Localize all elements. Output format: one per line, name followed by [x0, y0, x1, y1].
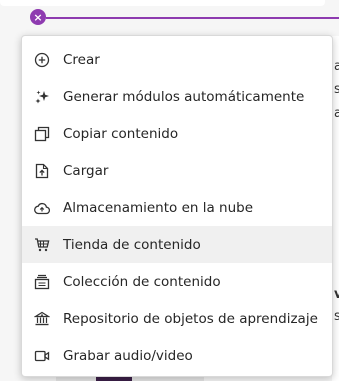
menu-item-label: Cargar	[63, 162, 109, 179]
menu-item-label: Crear	[63, 51, 100, 68]
menu-item-grabar-audio-video[interactable]: Grabar audio/video	[22, 337, 332, 374]
insert-divider-line	[46, 17, 339, 19]
menu-item-label: Generar módulos automáticamente	[63, 88, 305, 105]
menu-item-label: Almacenamiento en la nube	[63, 199, 254, 216]
add-content-menu: Crear Generar módulos automáticamente Co…	[21, 35, 333, 377]
menu-item-coleccion-contenido[interactable]: Colección de contenido	[22, 263, 332, 300]
background-text-fragment: s	[334, 82, 339, 97]
menu-item-cargar[interactable]: Cargar	[22, 152, 332, 189]
menu-item-crear[interactable]: Crear	[22, 41, 332, 78]
sparkle-icon	[34, 89, 50, 105]
background-text-fragment: v	[334, 287, 339, 302]
institution-icon	[34, 311, 50, 327]
menu-item-almacenamiento-nube[interactable]: Almacenamiento en la nube	[22, 189, 332, 226]
cloud-upload-icon	[34, 200, 50, 216]
background-text-fragment: s	[334, 309, 339, 324]
background-text-fragment: a	[334, 106, 339, 121]
menu-item-generar-modulos[interactable]: Generar módulos automáticamente	[22, 78, 332, 115]
menu-item-repositorio-objetos[interactable]: Repositorio de objetos de aprendizaje	[22, 300, 332, 337]
menu-item-label: Colección de contenido	[63, 273, 221, 290]
background-thumbnail-image	[96, 377, 132, 381]
background-text-fragment: a	[334, 59, 339, 74]
insert-content-button[interactable]: ×	[30, 9, 46, 25]
cart-icon	[34, 237, 50, 253]
menu-item-tienda-contenido[interactable]: Tienda de contenido	[22, 226, 332, 263]
collection-icon	[34, 274, 50, 290]
menu-item-label: Copiar contenido	[63, 125, 179, 142]
copy-icon	[34, 126, 50, 142]
menu-item-label: Repositorio de objetos de aprendizaje	[63, 310, 318, 327]
close-icon: ×	[33, 10, 43, 24]
plus-circle-icon	[34, 52, 50, 68]
content-card-edge	[0, 0, 325, 6]
upload-file-icon	[34, 163, 50, 179]
menu-item-label: Grabar audio/video	[63, 347, 193, 364]
menu-item-copiar-contenido[interactable]: Copiar contenido	[22, 115, 332, 152]
video-camera-icon	[34, 348, 50, 364]
menu-item-label: Tienda de contenido	[63, 236, 201, 253]
